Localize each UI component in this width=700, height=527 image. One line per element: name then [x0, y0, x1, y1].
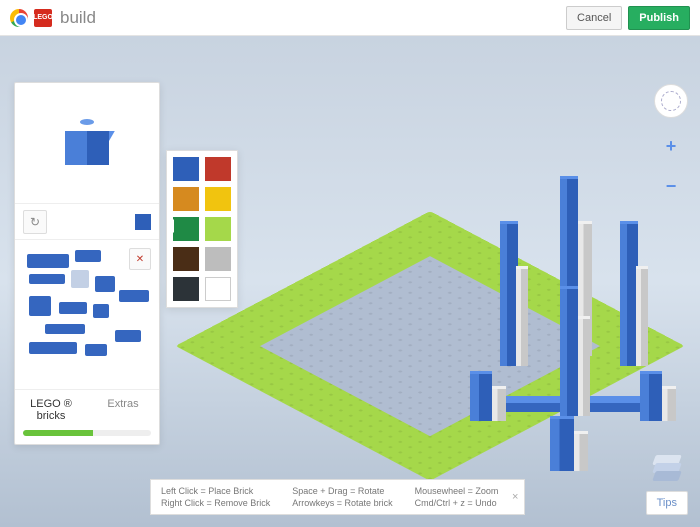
- orbit-compass-button[interactable]: [654, 84, 688, 118]
- brick-shape-option[interactable]: [119, 290, 149, 302]
- brick-structure: [560, 286, 578, 416]
- app-header: LEGO build Cancel Publish: [0, 0, 700, 36]
- delete-brick-button[interactable]: ✕: [129, 248, 151, 270]
- brick-shape-option[interactable]: [85, 344, 107, 356]
- brick-structure: [470, 371, 492, 421]
- color-picker-flyout: [166, 150, 238, 308]
- brick-shape-palette: ✕: [15, 239, 159, 389]
- color-swatch-brown[interactable]: [173, 247, 199, 271]
- help-text: Left Click = Place Brick: [161, 486, 270, 496]
- brick-shape-option[interactable]: [115, 330, 141, 342]
- baseplate-outer: [175, 211, 684, 481]
- brick-shape-option[interactable]: [75, 250, 101, 262]
- brick-structure: [636, 266, 648, 366]
- brick-picker-panel: ↻ ✕ LEGO ® bricks Extras: [14, 82, 160, 445]
- 3d-scene: [200, 106, 680, 506]
- zoom-in-button[interactable]: +: [659, 134, 683, 158]
- build-canvas[interactable]: ↻ ✕ LEGO ® bricks Extras: [0, 36, 700, 527]
- brick-shape-option[interactable]: [95, 276, 115, 292]
- help-text: Arrowkeys = Rotate brick: [292, 498, 392, 508]
- brick-shape-option[interactable]: [27, 254, 69, 268]
- view-controls: + −: [654, 84, 688, 198]
- help-text: Cmd/Ctrl + z = Undo: [415, 498, 499, 508]
- tips-button[interactable]: Tips: [646, 491, 688, 515]
- color-swatch-yellow[interactable]: [205, 187, 231, 211]
- app-title: build: [60, 8, 96, 28]
- brick-budget-bar: [23, 430, 151, 436]
- rotate-brick-button[interactable]: ↻: [23, 210, 47, 234]
- cancel-button[interactable]: Cancel: [566, 6, 622, 30]
- close-icon: ✕: [136, 254, 144, 265]
- brick-shape-option[interactable]: [29, 274, 65, 284]
- brick-structure: [574, 431, 588, 471]
- brick-structure: [662, 386, 676, 421]
- help-close-button[interactable]: ×: [512, 491, 518, 503]
- color-swatch-grey[interactable]: [205, 247, 231, 271]
- help-text: Mousewheel = Zoom: [415, 486, 499, 496]
- lego-logo-icon: LEGO: [34, 9, 52, 27]
- layers-icon[interactable]: [652, 453, 682, 483]
- brick-structure: [492, 386, 506, 421]
- brick-preview: [15, 83, 159, 203]
- tab-lego-bricks[interactable]: LEGO ® bricks: [15, 390, 87, 430]
- help-text: Space + Drag = Rotate: [292, 486, 392, 496]
- color-swatch-orange[interactable]: [173, 187, 199, 211]
- brick-shape-option[interactable]: [45, 324, 85, 334]
- chrome-logo-icon: [10, 9, 28, 27]
- controls-help-bar: Left Click = Place Brick Space + Drag = …: [150, 479, 525, 515]
- bottom-right-controls: Tips: [646, 453, 688, 515]
- panel-tabs: LEGO ® bricks Extras: [15, 389, 159, 430]
- brick-budget-fill: [23, 430, 93, 436]
- selected-brick-icon: [65, 121, 109, 165]
- rotate-icon: ↻: [30, 215, 40, 229]
- brick-shape-option[interactable]: [59, 302, 87, 314]
- publish-button[interactable]: Publish: [628, 6, 690, 30]
- brick-shape-option[interactable]: [93, 304, 109, 318]
- help-text: Right Click = Remove Brick: [161, 498, 270, 508]
- brick-shape-option[interactable]: [71, 270, 89, 288]
- rotate-toolbar: ↻: [15, 203, 159, 239]
- tab-extras[interactable]: Extras: [87, 390, 159, 430]
- brick-shape-option[interactable]: [29, 342, 77, 354]
- brick-structure: [516, 266, 528, 366]
- brick-shape-option[interactable]: [29, 296, 51, 316]
- brick-structure: [640, 371, 662, 421]
- color-swatch-white[interactable]: [205, 277, 231, 301]
- brick-structure: [578, 316, 590, 416]
- zoom-out-button[interactable]: −: [659, 174, 683, 198]
- color-swatch-lime[interactable]: [205, 217, 231, 241]
- color-swatch-blue[interactable]: [173, 157, 199, 181]
- color-swatch-green[interactable]: [173, 217, 199, 241]
- brick-structure: [550, 416, 574, 471]
- color-swatch-red[interactable]: [205, 157, 231, 181]
- current-color-swatch[interactable]: [135, 214, 151, 230]
- color-swatch-black[interactable]: [173, 277, 199, 301]
